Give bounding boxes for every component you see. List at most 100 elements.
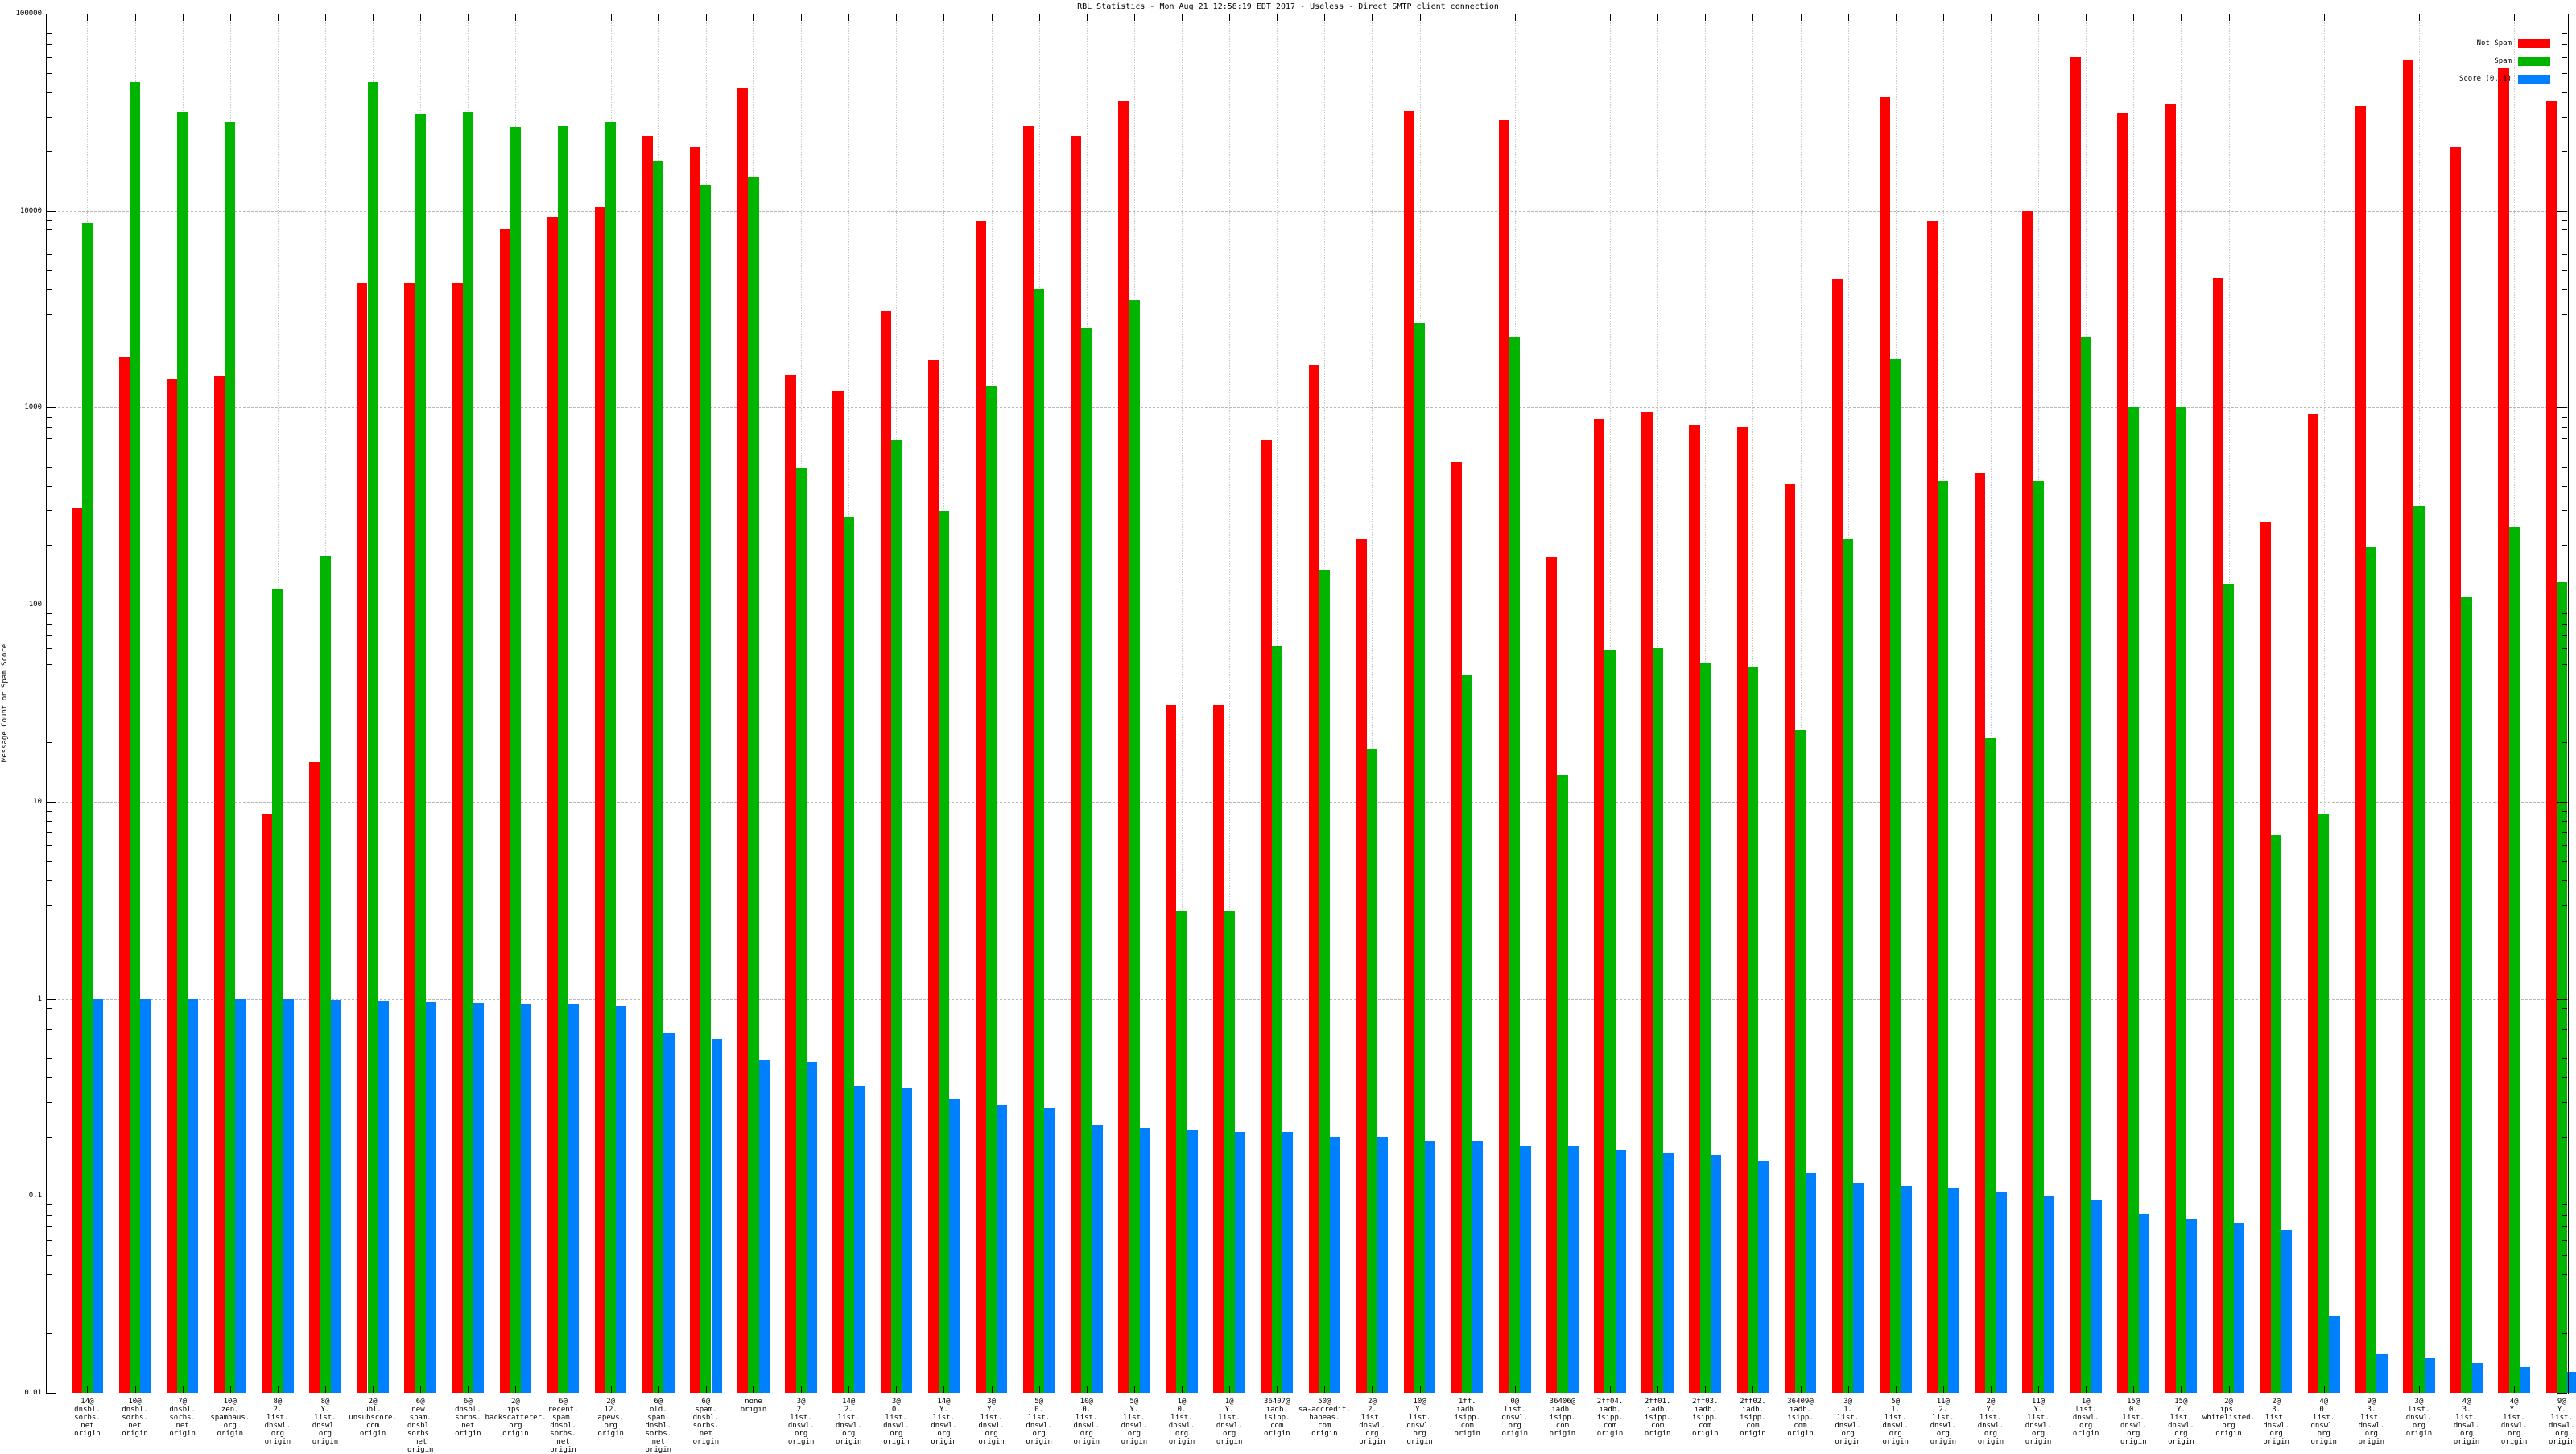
- not-spam-bar: [2070, 57, 2081, 1393]
- spam-bar: [843, 516, 854, 1393]
- spam-bar: [795, 468, 807, 1393]
- x-tick: [2514, 14, 2516, 21]
- spam-bar: [1176, 911, 1187, 1393]
- score-0-1-bar: [949, 1099, 960, 1393]
- x-tick: [134, 1386, 136, 1393]
- y-tick-minor: [2562, 151, 2567, 153]
- y-tick-minor: [47, 1058, 52, 1060]
- x-tick: [2038, 1386, 2040, 1393]
- y-tick-minor: [2562, 861, 2567, 862]
- score-0-1-bar: [235, 998, 246, 1393]
- y-tick-minor: [47, 613, 52, 615]
- y-tick-minor: [47, 1333, 52, 1335]
- not-spam-bar: [1213, 704, 1224, 1393]
- score-0-1-bar: [997, 1105, 1008, 1393]
- x-tick: [2323, 1386, 2325, 1393]
- y-tick-minor: [47, 467, 52, 469]
- x-tick: [896, 14, 898, 21]
- y-tick-minor: [47, 1274, 52, 1275]
- not-spam-bar: [1403, 111, 1414, 1393]
- not-spam-bar: [118, 357, 130, 1393]
- score-0-1-bar: [711, 1038, 722, 1393]
- y-tick-minor: [2562, 1226, 2567, 1228]
- y-tick-minor: [2562, 438, 2567, 440]
- y-tick-minor: [47, 1239, 52, 1241]
- score-swatch: [2518, 75, 2550, 84]
- x-tick: [1277, 14, 1278, 21]
- x-tick: [1990, 1386, 1992, 1393]
- score-0-1-bar: [425, 1001, 436, 1393]
- score-0-1-bar: [2138, 1213, 2150, 1393]
- y-axis-label: Message Count or Spam Score: [1, 643, 9, 762]
- y-tick-minor: [2562, 1239, 2567, 1241]
- spam-bar: [2461, 597, 2472, 1393]
- x-tick: [1229, 14, 1231, 21]
- y-tick-minor: [47, 904, 52, 906]
- score-0-1-bar: [1901, 1186, 1912, 1393]
- spam-bar: [1794, 730, 1806, 1393]
- x-tick: [1372, 14, 1373, 21]
- not-spam-bar: [1118, 101, 1129, 1393]
- y-tick-label: 0.01: [24, 1389, 42, 1397]
- y-tick-label: 100000: [15, 10, 42, 18]
- spam-bar: [557, 126, 569, 1393]
- spam-bar: [1319, 570, 1330, 1393]
- score-0-1-bar: [521, 1004, 532, 1393]
- x-tick: [2418, 14, 2420, 21]
- y-tick-minor: [2562, 289, 2567, 291]
- score-0-1-bar: [1757, 1161, 1769, 1393]
- y-tick-minor: [47, 845, 52, 847]
- spam-bar: [1034, 289, 1045, 1393]
- score-0-1-bar: [378, 1000, 389, 1393]
- x-tick: [705, 1386, 707, 1393]
- y-tick-minor: [2562, 1204, 2567, 1206]
- score-0-1-bar: [1710, 1155, 1722, 1393]
- x-tick: [420, 1386, 422, 1393]
- y-tick-minor: [2562, 1215, 2567, 1216]
- not-spam-bar: [1784, 484, 1795, 1393]
- spam-bar: [2413, 506, 2425, 1393]
- x-tick: [1038, 14, 1040, 21]
- spam-bar: [1081, 327, 1092, 1393]
- x-tick: [1133, 14, 1135, 21]
- not-spam-bar: [832, 391, 844, 1393]
- chart-title: RBL Statistics - Mon Aug 21 12:58:19 EDT…: [1077, 2, 1499, 11]
- spam-bar: [1747, 667, 1758, 1393]
- x-tick: [1942, 1386, 1944, 1393]
- not-spam-bar: [309, 761, 320, 1393]
- spam-bar: [1129, 300, 1140, 1393]
- score-0-1-bar: [283, 998, 294, 1393]
- spam-bar: [2508, 527, 2520, 1393]
- score-0-1-bar: [2519, 1367, 2530, 1393]
- score-0-1-bar: [1329, 1136, 1341, 1393]
- not-spam-bar: [547, 217, 558, 1393]
- x-tick: [2038, 14, 2040, 21]
- not-spam-bar: [785, 375, 796, 1393]
- y-tick-minor: [2562, 254, 2567, 255]
- score-0-1-bar: [2091, 1200, 2102, 1393]
- x-tick: [801, 14, 803, 21]
- score-0-1-bar: [853, 1086, 865, 1393]
- not-spam-bar: [594, 206, 606, 1393]
- y-tick-minor: [47, 861, 52, 862]
- not-spam-bar: [2165, 103, 2176, 1393]
- x-tick: [610, 1386, 612, 1393]
- x-tick: [468, 1386, 469, 1393]
- x-tick: [1800, 14, 1802, 21]
- y-tick-minor: [2562, 1076, 2567, 1078]
- y-tick-minor: [47, 1215, 52, 1216]
- spam-bar: [367, 81, 378, 1393]
- score-0-1-bar: [1377, 1136, 1389, 1393]
- y-tick-minor: [2562, 427, 2567, 428]
- score-0-1-bar: [188, 998, 199, 1393]
- score-0-1-bar: [1187, 1130, 1198, 1393]
- spam-bar: [81, 222, 93, 1393]
- y-tick-label: 1: [37, 994, 42, 1003]
- x-tick: [991, 1386, 993, 1393]
- y-tick-minor: [2562, 270, 2567, 271]
- y-tick-minor: [47, 92, 52, 93]
- x-tick: [1657, 1386, 1659, 1393]
- y-tick-label: 10: [33, 797, 42, 806]
- legend-item-spam: Spam: [2294, 57, 2568, 66]
- y-tick-minor: [2562, 32, 2567, 34]
